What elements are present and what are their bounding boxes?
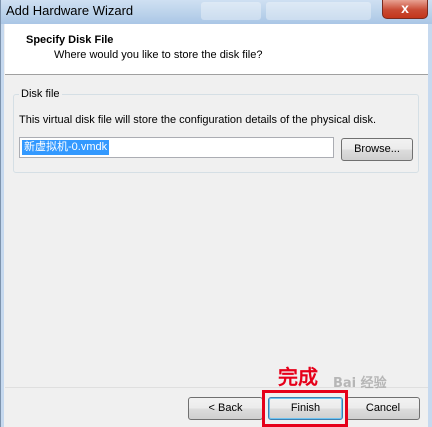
window-title: Add Hardware Wizard	[6, 3, 134, 18]
back-button[interactable]: < Back	[188, 397, 263, 420]
close-icon: x	[401, 0, 409, 16]
background-blur	[201, 2, 261, 20]
page-title: Specify Disk File	[26, 34, 114, 46]
wizard-header: Specify Disk File Where would you like t…	[5, 24, 428, 75]
title-bar[interactable]: Add Hardware Wizard x	[1, 0, 432, 24]
window-border-right	[428, 24, 432, 427]
disk-file-group: Disk file This virtual disk file will st…	[13, 88, 419, 173]
annotation-label: 完成	[278, 365, 318, 389]
browse-button[interactable]: Browse...	[341, 138, 413, 161]
disk-file-path-input[interactable]: 新虚拟机-0.vmdk	[19, 137, 334, 158]
baidu-watermark: Bai 经验	[333, 376, 387, 391]
annotation-highlight-box	[262, 390, 348, 427]
group-description: This virtual disk file will store the co…	[19, 114, 377, 126]
window-border-left	[1, 24, 4, 427]
group-legend: Disk file	[19, 88, 62, 100]
selected-path-text: 新虚拟机-0.vmdk	[22, 140, 110, 155]
add-hardware-wizard-window: Add Hardware Wizard x Specify Disk File …	[0, 0, 432, 427]
cancel-button[interactable]: Cancel	[346, 397, 420, 420]
close-button[interactable]: x	[382, 0, 428, 19]
page-subtitle: Where would you like to store the disk f…	[54, 49, 263, 61]
background-blur	[266, 2, 371, 20]
